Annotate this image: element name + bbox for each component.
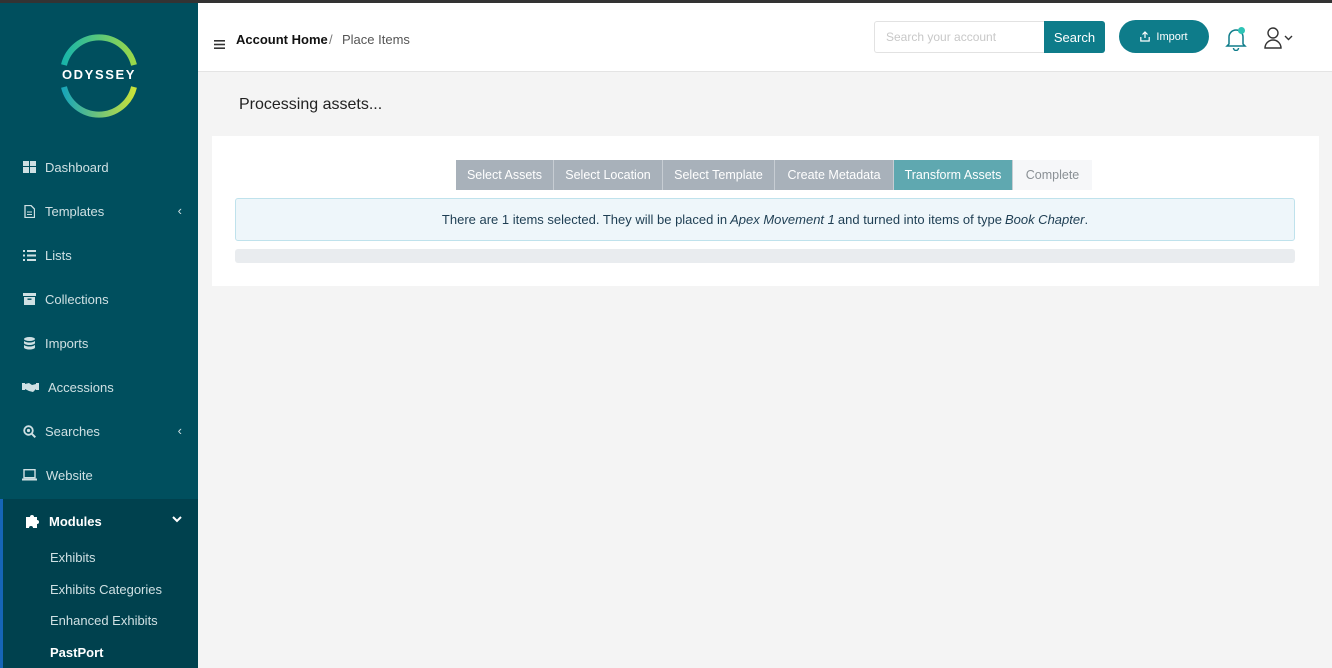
import-button-label: Import	[1156, 30, 1188, 43]
sidebar-item-label: Templates	[45, 203, 105, 219]
sidebar-item-templates[interactable]: Templates ‹	[0, 189, 198, 233]
info-text-part2: and turned into items of type	[837, 212, 1002, 227]
sidebar-item-lists[interactable]: Lists	[0, 233, 198, 277]
chevron-down-icon	[172, 511, 182, 526]
page-title: Processing assets...	[239, 96, 383, 113]
selection-info-alert: There are 1 items selected. They will be…	[235, 198, 1295, 241]
sidebar-item-accessions[interactable]: Accessions	[0, 365, 198, 409]
sidebar-item-modules[interactable]: Modules	[0, 499, 198, 543]
submenu-item-exhibits-categories[interactable]: Exhibits Categories	[50, 582, 162, 597]
modules-submenu: Exhibits Exhibits Categories Enhanced Ex…	[0, 543, 198, 668]
wizard-steps: Select Assets Select Location Select Tem…	[456, 160, 1092, 190]
puzzle-icon	[26, 514, 40, 528]
breadcrumb-home-link[interactable]: Account Home	[236, 32, 328, 47]
info-location: Apex Movement 1	[730, 212, 835, 227]
submenu-item-exhibits[interactable]: Exhibits	[50, 550, 96, 565]
sidebar-item-label: Accessions	[48, 379, 114, 395]
archive-icon	[22, 292, 36, 306]
list-icon	[22, 248, 36, 262]
handshake-icon	[22, 380, 39, 394]
step-select-template[interactable]: Select Template	[663, 160, 775, 190]
sidebar-item-dashboard[interactable]: Dashboard	[0, 145, 198, 189]
database-icon	[22, 336, 36, 350]
dashboard-icon	[22, 160, 36, 174]
sidebar-item-label: Collections	[45, 291, 109, 307]
top-header: Account Home / Place Items Search Import	[198, 3, 1332, 72]
sidebar-item-label: Website	[46, 467, 93, 483]
search-button[interactable]: Search	[1044, 21, 1105, 53]
step-complete: Complete	[1013, 160, 1092, 190]
sidebar-item-searches[interactable]: Searches ‹	[0, 409, 198, 453]
document-icon	[22, 204, 36, 218]
hamburger-menu-icon[interactable]	[214, 36, 225, 49]
sidebar-item-label: Searches	[45, 423, 100, 439]
progress-bar	[235, 249, 1295, 263]
step-select-location[interactable]: Select Location	[554, 160, 663, 190]
sidebar-item-imports[interactable]: Imports	[0, 321, 198, 365]
breadcrumb-current: Place Items	[342, 32, 410, 47]
user-menu[interactable]	[1264, 27, 1296, 49]
chevron-left-icon: ‹	[177, 203, 182, 218]
chevron-left-icon: ‹	[177, 423, 182, 438]
step-select-assets[interactable]: Select Assets	[456, 160, 554, 190]
laptop-icon	[22, 468, 37, 482]
search-icon	[22, 424, 36, 438]
step-transform-assets[interactable]: Transform Assets	[894, 160, 1013, 190]
sidebar-item-label: Modules	[49, 513, 102, 529]
import-button[interactable]: Import	[1119, 20, 1209, 53]
submenu-item-enhanced-exhibits[interactable]: Enhanced Exhibits	[50, 613, 158, 628]
sidebar: ODYSSEY Dashboard Templates ‹ Lists Coll…	[0, 3, 198, 668]
notification-dot	[1238, 27, 1245, 34]
logo-text: ODYSSEY	[61, 67, 137, 82]
sidebar-item-website[interactable]: Website	[0, 453, 198, 497]
step-create-metadata[interactable]: Create Metadata	[775, 160, 894, 190]
breadcrumb-separator: /	[329, 32, 333, 47]
odyssey-logo[interactable]: ODYSSEY	[56, 33, 142, 119]
user-icon	[1264, 27, 1293, 49]
info-item-type: Book Chapter	[1004, 212, 1085, 227]
upload-icon	[1140, 31, 1151, 42]
sidebar-item-label: Imports	[45, 335, 89, 351]
sidebar-item-label: Lists	[45, 247, 72, 263]
info-text-part3: .	[1084, 212, 1089, 227]
submenu-item-pastport[interactable]: PastPort	[50, 645, 103, 660]
sidebar-item-collections[interactable]: Collections	[0, 277, 198, 321]
search-input[interactable]	[874, 21, 1045, 53]
sidebar-item-label: Dashboard	[45, 159, 109, 175]
info-text-part1: There are 1 items selected. They will be…	[441, 212, 728, 227]
